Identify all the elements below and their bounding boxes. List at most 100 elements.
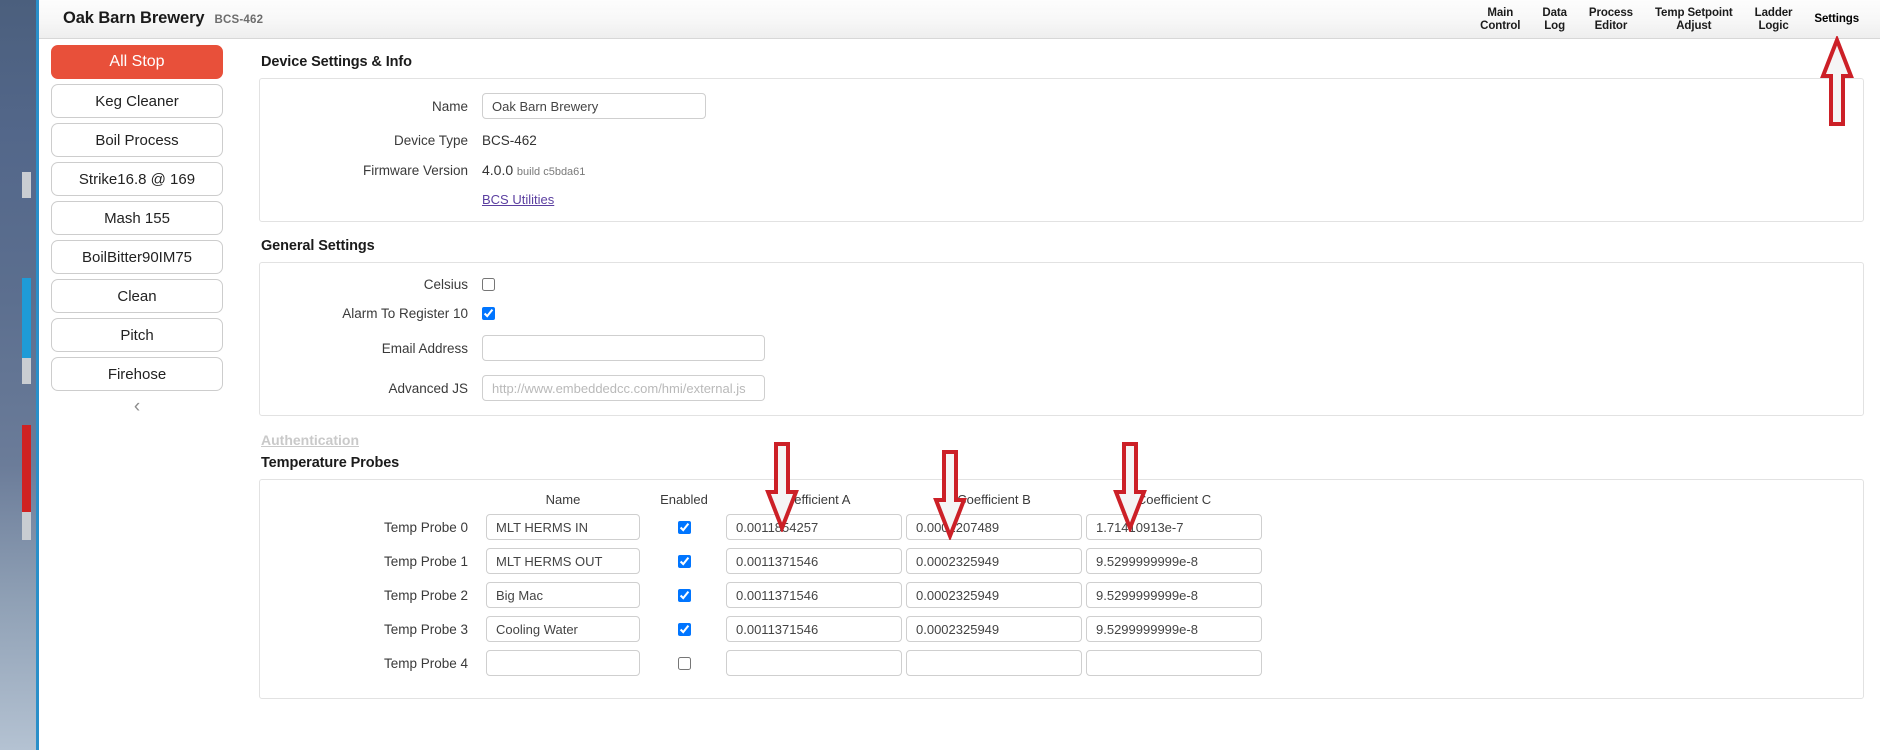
probe-name-input-4[interactable] [486, 650, 640, 676]
column-header-coefficient-c: Coefficient C [1136, 492, 1212, 507]
row-email-address: Email Address [260, 335, 1863, 361]
row-device-name: Name [260, 93, 1863, 119]
probe-label-3: Temp Probe 3 [383, 621, 468, 637]
label-name: Name [431, 98, 468, 114]
label-firmware-version: Firmware Version [362, 162, 468, 178]
column-header-coefficient-a: Coefficient A [777, 492, 851, 507]
sidebar-button-all-stop[interactable]: All Stop [51, 45, 223, 79]
probe-coef-b-input-1[interactable] [906, 548, 1082, 574]
authentication-link[interactable]: Authentication [261, 432, 359, 448]
probe-coef-a-input-1[interactable] [726, 548, 902, 574]
nav-process-editor[interactable]: Process Editor [1578, 7, 1644, 33]
temperature-probes-panel: Name Enabled Coefficient A Coefficient B… [259, 479, 1864, 699]
nav-main-control[interactable]: Main Control [1469, 7, 1531, 33]
advanced-js-input[interactable] [482, 375, 765, 401]
email-address-input[interactable] [482, 335, 765, 361]
column-header-coefficient-b: Coefficient B [957, 492, 1031, 507]
edge-scrollbar-track-blue[interactable] [22, 278, 31, 366]
probe-label-2: Temp Probe 2 [383, 587, 468, 603]
edge-scrollbar-thumb-mid[interactable] [22, 358, 31, 384]
probe-enabled-checkbox-1[interactable] [677, 554, 691, 568]
row-bcs-utilities: BCS Utilities [260, 192, 1863, 207]
probe-coef-a-input-2[interactable] [726, 582, 902, 608]
probe-label-1: Temp Probe 1 [383, 553, 468, 569]
probe-coef-a-input-0[interactable] [726, 514, 902, 540]
label-advanced-js: Advanced JS [388, 380, 468, 396]
general-settings-panel: Celsius Alarm To Register 10 Email Addre… [259, 262, 1864, 416]
column-header-enabled: Enabled [660, 492, 708, 507]
probe-coef-c-input-3[interactable] [1086, 616, 1262, 642]
probe-coef-c-input-1[interactable] [1086, 548, 1262, 574]
device-name-input[interactable] [482, 93, 706, 119]
probe-coef-b-input-0[interactable] [906, 514, 1082, 540]
label-email-address: Email Address [381, 340, 468, 356]
probe-enabled-checkbox-4[interactable] [677, 656, 691, 670]
probe-name-input-2[interactable] [486, 582, 640, 608]
probe-coef-b-input-2[interactable] [906, 582, 1082, 608]
row-advanced-js: Advanced JS [260, 375, 1863, 401]
sidebar-button-mash[interactable]: Mash 155 [51, 201, 223, 235]
edge-scrollbar-thumb-upper[interactable] [22, 172, 31, 198]
table-row: Temp Probe 0 [260, 514, 1863, 540]
nav-ladder-logic[interactable]: Ladder Logic [1744, 7, 1804, 33]
probe-coef-b-input-4[interactable] [906, 650, 1082, 676]
table-row: Temp Probe 3 [260, 616, 1863, 642]
desktop-background-strip [0, 0, 36, 750]
nav-data-log[interactable]: Data Log [1531, 7, 1578, 33]
firmware-number: 4.0.0 [482, 162, 514, 178]
bcs-utilities-link[interactable]: BCS Utilities [482, 192, 554, 207]
value-firmware: 4.0.0 build c5bda61 [482, 162, 585, 178]
sidebar-button-firehose[interactable]: Firehose [51, 357, 223, 391]
sidebar-button-pitch[interactable]: Pitch [51, 318, 223, 352]
device-settings-panel: Name Device Type BCS-462 Firmware Versio… [259, 78, 1864, 222]
sidebar: All Stop Keg Cleaner Boil Process Strike… [39, 40, 235, 750]
browser-window-left-border [36, 0, 39, 750]
probe-coef-a-input-4[interactable] [726, 650, 902, 676]
probe-name-input-1[interactable] [486, 548, 640, 574]
row-firmware-version: Firmware Version 4.0.0 build c5bda61 [260, 162, 1863, 178]
alarm-to-register-checkbox[interactable] [482, 307, 495, 320]
top-bar: Oak Barn Brewery BCS-462 Main Control Da… [39, 0, 1880, 39]
brand-title: Oak Barn Brewery [63, 9, 205, 27]
celsius-checkbox[interactable] [482, 278, 495, 291]
column-header-name: Name [545, 492, 581, 507]
probe-coef-b-input-3[interactable] [906, 616, 1082, 642]
sidebar-button-boil-process[interactable]: Boil Process [51, 123, 223, 157]
sidebar-button-keg-cleaner[interactable]: Keg Cleaner [51, 84, 223, 118]
sidebar-collapse-chevron-left-icon[interactable]: ‹ [39, 397, 235, 417]
probe-label-4: Temp Probe 4 [383, 655, 468, 671]
edge-scrollbar-thumb-lower[interactable] [22, 512, 31, 540]
sidebar-button-boilbitter[interactable]: BoilBitter90IM75 [51, 240, 223, 274]
probe-name-input-0[interactable] [486, 514, 640, 540]
probe-enabled-checkbox-0[interactable] [677, 520, 691, 534]
row-celsius: Celsius [260, 277, 1863, 292]
probe-enabled-checkbox-3[interactable] [677, 622, 691, 636]
probe-label-0: Temp Probe 0 [383, 519, 468, 535]
label-device-type: Device Type [393, 133, 468, 148]
nav-settings[interactable]: Settings [1803, 13, 1870, 26]
sidebar-button-clean[interactable]: Clean [51, 279, 223, 313]
probe-name-input-3[interactable] [486, 616, 640, 642]
general-settings-heading: General Settings [261, 238, 375, 254]
sidebar-button-strike[interactable]: Strike16.8 @ 169 [51, 162, 223, 196]
bcs-web-app: Oak Barn Brewery BCS-462 Main Control Da… [39, 0, 1880, 750]
probe-coef-c-input-4[interactable] [1086, 650, 1262, 676]
probe-enabled-checkbox-2[interactable] [677, 588, 691, 602]
label-celsius: Celsius [423, 277, 468, 292]
table-row: Temp Probe 1 [260, 548, 1863, 574]
probe-coef-c-input-0[interactable] [1086, 514, 1262, 540]
top-navigation: Main Control Data Log Process Editor Tem… [1469, 0, 1870, 39]
brand-model: BCS-462 [214, 14, 264, 26]
probe-coef-a-input-3[interactable] [726, 616, 902, 642]
nav-temp-setpoint-adjust[interactable]: Temp Setpoint Adjust [1644, 7, 1744, 33]
row-alarm-register: Alarm To Register 10 [260, 306, 1863, 321]
temperature-probes-heading: Temperature Probes [261, 455, 400, 471]
firmware-build: build c5bda61 [516, 166, 586, 178]
label-alarm-register: Alarm To Register 10 [342, 306, 468, 321]
settings-content: Device Settings & Info Name Device Type … [235, 40, 1880, 750]
row-device-type: Device Type BCS-462 [260, 133, 1863, 148]
probe-coef-c-input-2[interactable] [1086, 582, 1262, 608]
table-row: Temp Probe 2 [260, 582, 1863, 608]
edge-indicator-red [22, 425, 31, 515]
value-device-type: BCS-462 [482, 133, 537, 148]
